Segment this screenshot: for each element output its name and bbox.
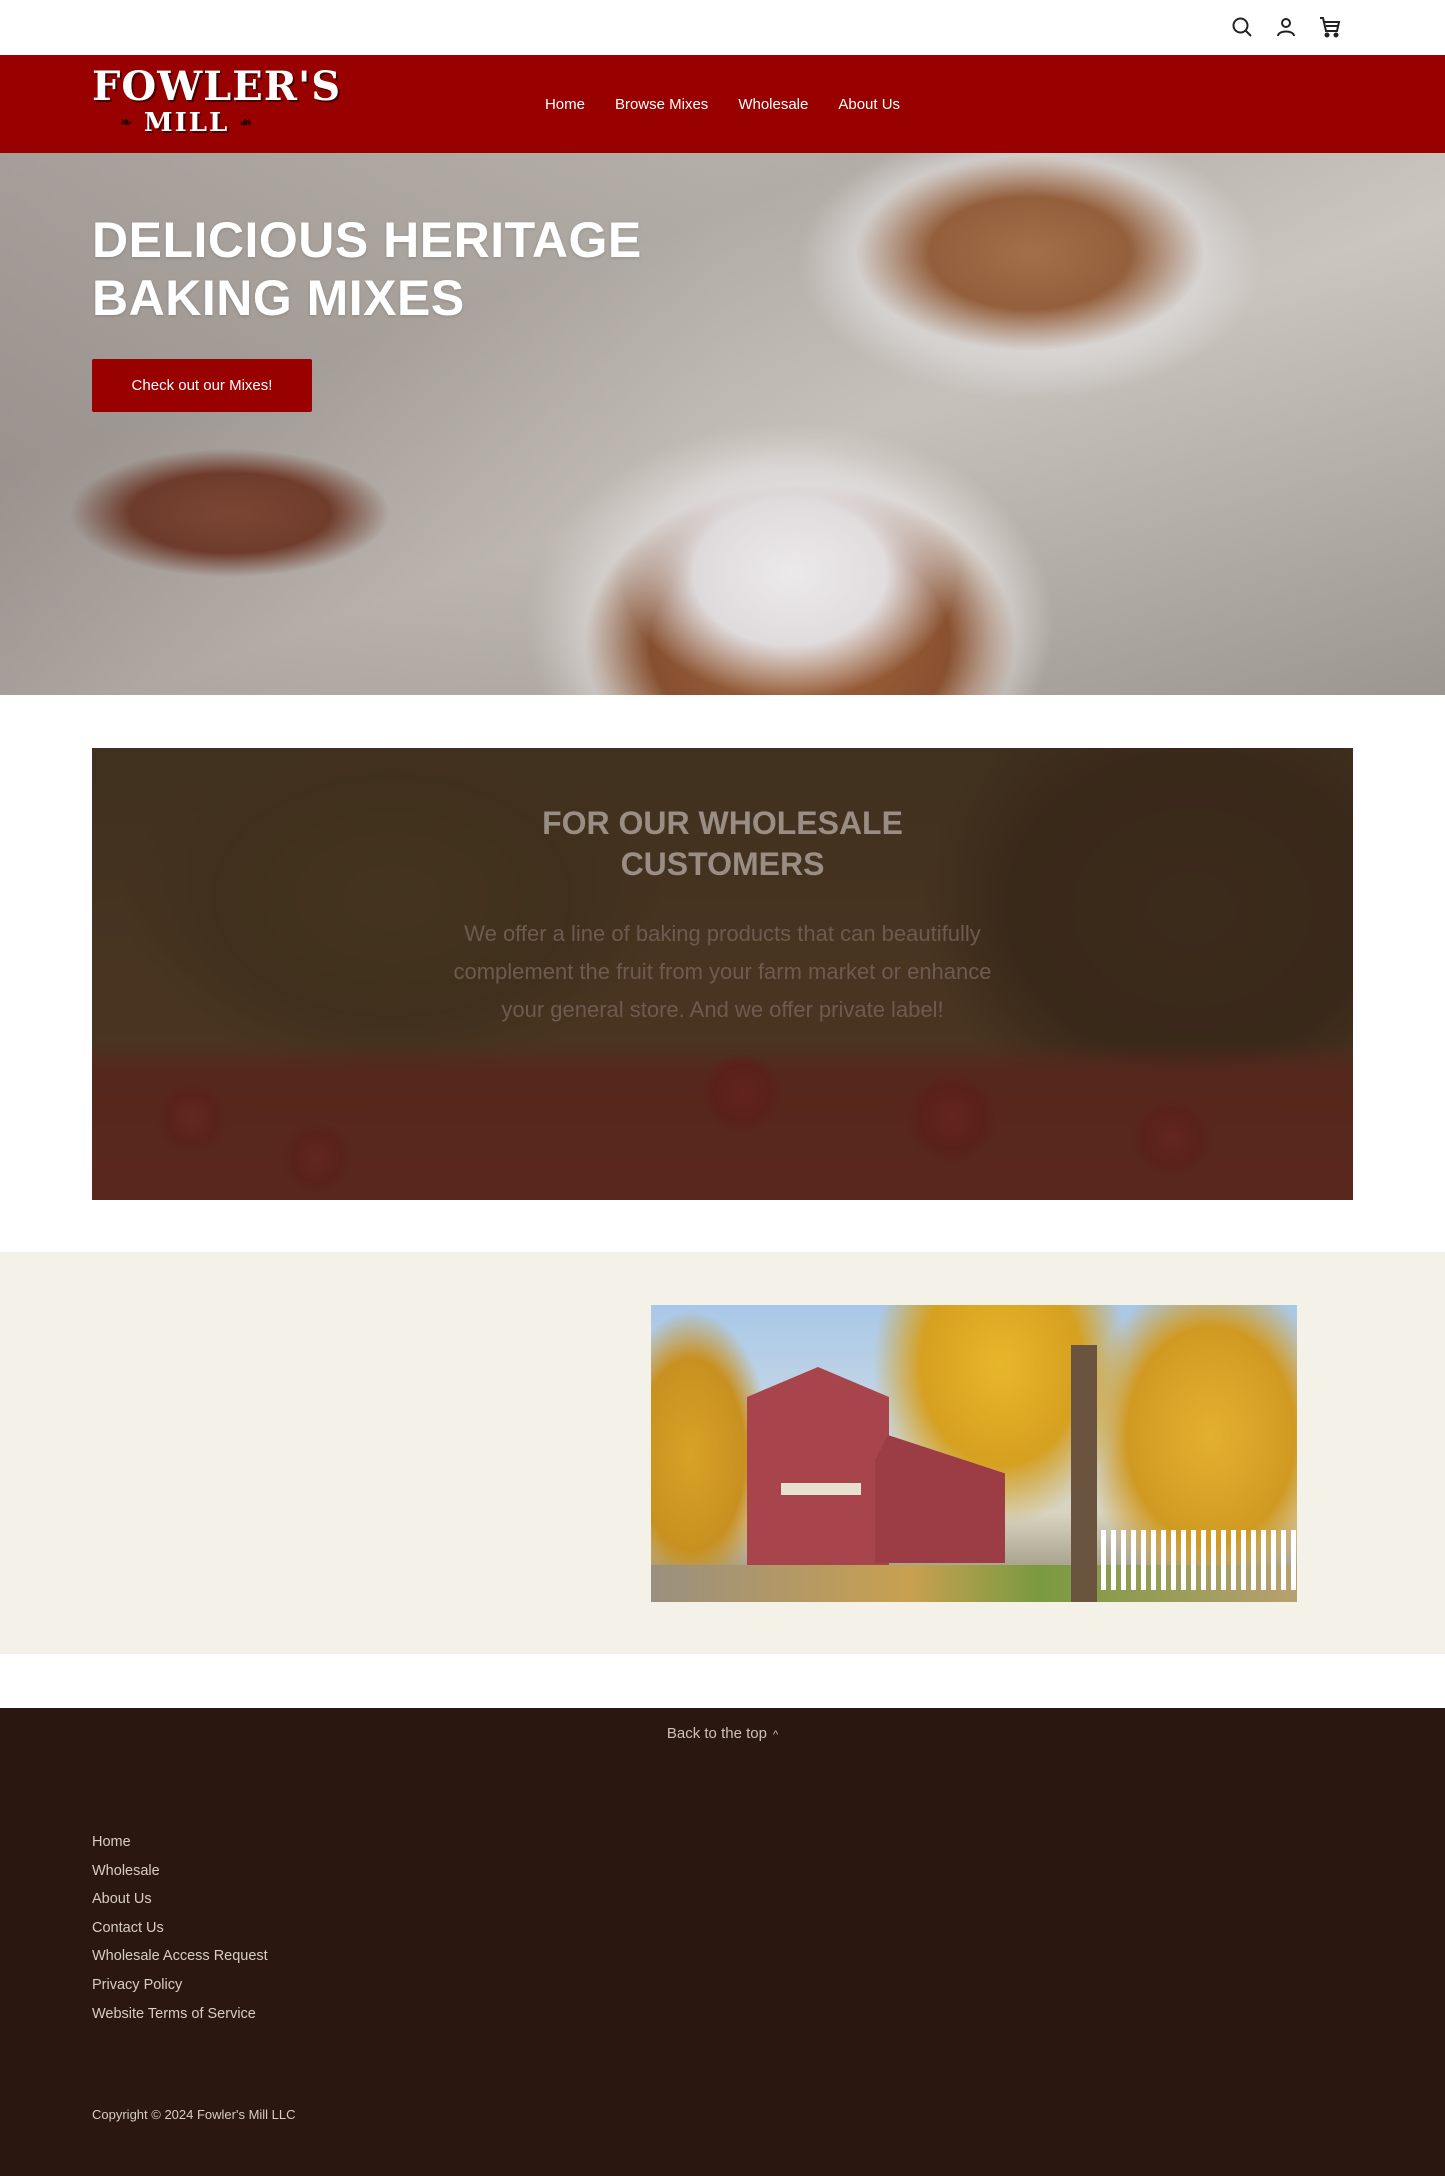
hero-title: DELICIOUS HERITAGE BAKING MIXES [92, 212, 642, 326]
nav-home[interactable]: Home [545, 96, 585, 113]
footer: Back to the top ^ Home Wholesale About Us… [0, 1708, 1445, 2176]
wholesale-banner: FOR OUR WHOLESALE CUSTOMERS We offer a l… [92, 748, 1353, 1200]
mill-photo [651, 1305, 1297, 1602]
account-icon[interactable] [1273, 14, 1299, 40]
wholesale-body: We offer a line of baking products that … [453, 921, 992, 1022]
nav-about-us[interactable]: About Us [838, 96, 900, 113]
wholesale-section: FOR OUR WHOLESALE CUSTOMERS We offer a l… [0, 695, 1445, 1252]
footer-link-wholesale[interactable]: Wholesale [92, 1863, 160, 1879]
mill-fence [1101, 1530, 1297, 1590]
mill-sign [781, 1483, 861, 1495]
main-header: FOWLER'S ❧ MILL ☙ Home Browse Mixes Whol… [0, 55, 1445, 153]
footer-links: Home Wholesale About Us Contact Us Whole… [92, 1833, 268, 2033]
nav-wholesale[interactable]: Wholesale [738, 96, 808, 113]
search-icon[interactable] [1229, 14, 1255, 40]
wholesale-title: FOR OUR WHOLESALE CUSTOMERS [542, 805, 903, 882]
footer-link-home[interactable]: Home [92, 1834, 131, 1850]
cart-icon[interactable] [1317, 14, 1343, 40]
check-out-mixes-button[interactable]: Check out our Mixes! [92, 359, 312, 412]
utility-bar [0, 0, 1445, 55]
mill-building-shape [747, 1367, 889, 1567]
about-section [0, 1252, 1445, 1654]
footer-link-terms-of-service[interactable]: Website Terms of Service [92, 2006, 256, 2022]
footer-link-contact-us[interactable]: Contact Us [92, 1920, 164, 1936]
main-nav: Home Browse Mixes Wholesale About Us [0, 55, 1445, 153]
footer-link-about-us[interactable]: About Us [92, 1891, 152, 1907]
back-to-top-label: Back to the top [666, 1725, 767, 1742]
copyright: Copyright © 2024 Fowler's Mill LLC [92, 2107, 296, 2122]
back-to-top-link[interactable]: Back to the top ^ [0, 1725, 1445, 1742]
hero-content: DELICIOUS HERITAGE BAKING MIXES Check ou… [92, 211, 652, 412]
chevron-up-icon: ^ [772, 1729, 779, 1741]
footer-link-privacy-policy[interactable]: Privacy Policy [92, 1977, 182, 1993]
nav-browse-mixes[interactable]: Browse Mixes [615, 96, 708, 113]
utility-icons [1229, 14, 1343, 40]
mill-tree-trunk [1071, 1345, 1097, 1602]
mill-annex-shape [875, 1435, 1005, 1563]
footer-link-wholesale-access-request[interactable]: Wholesale Access Request [92, 1948, 268, 1964]
hero-banner: DELICIOUS HERITAGE BAKING MIXES Check ou… [0, 153, 1445, 695]
wholesale-text: FOR OUR WHOLESALE CUSTOMERS We offer a l… [92, 803, 1353, 1029]
section-spacer [0, 1654, 1445, 1708]
